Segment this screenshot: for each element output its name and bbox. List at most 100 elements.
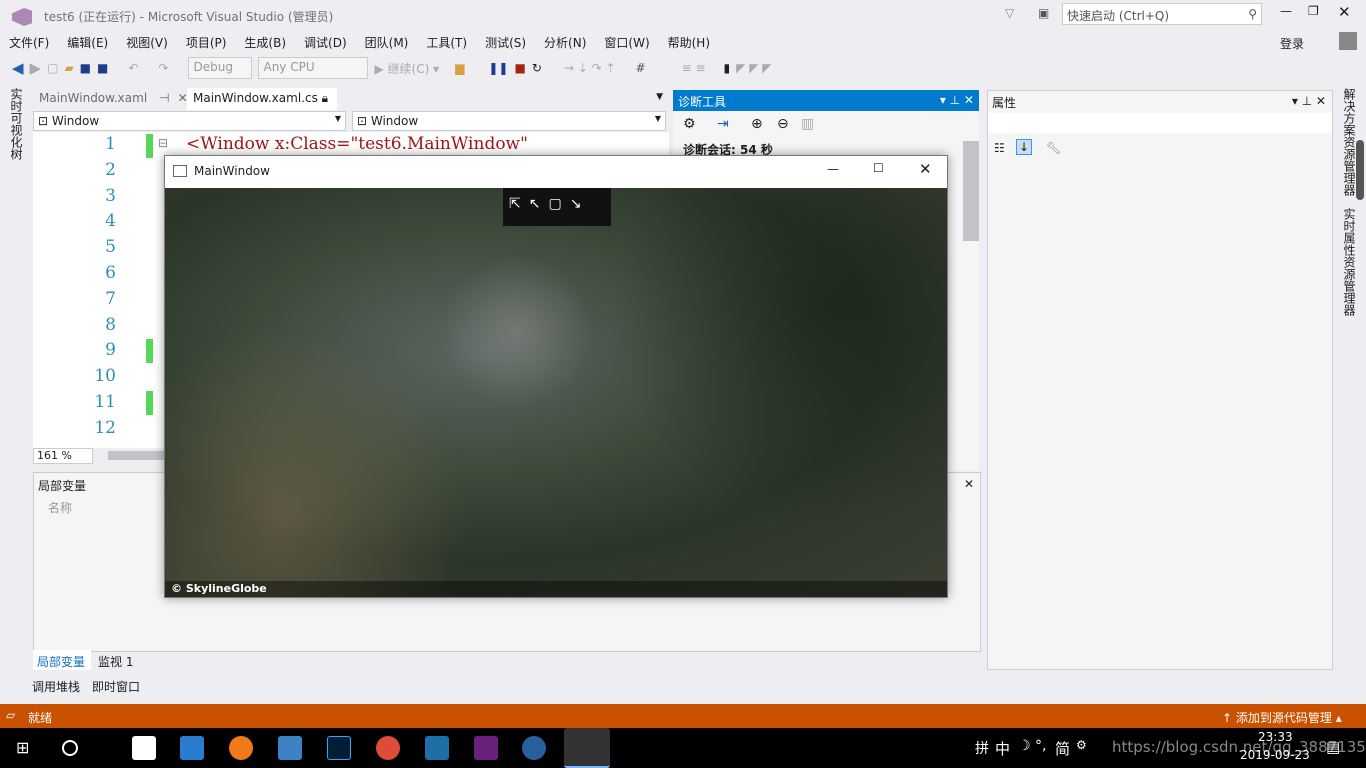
process-icon[interactable]: ▆ (455, 61, 464, 75)
app-maximize-button[interactable]: ☐ (873, 161, 884, 175)
step-icons[interactable]: → ⇣ ↷ ⇡ (564, 61, 616, 75)
categorized-icon[interactable]: ☷ (994, 141, 1005, 155)
events-icon[interactable]: 🔧︎ (1046, 141, 1061, 155)
tab-locals[interactable]: 局部变量 (33, 650, 91, 670)
settings-icon[interactable]: ⚙ (683, 116, 696, 132)
title-bar: test6 (正在运行) - Microsoft Visual Studio (… (0, 0, 1366, 51)
bookmark-nav-icons[interactable]: ◤ ◤ ◤ (736, 61, 771, 75)
restore-button[interactable]: ❐ (1308, 4, 1319, 18)
menu-tools[interactable]: 工具(T) (417, 32, 476, 52)
tab-call-stack[interactable]: 调用堆栈 (32, 678, 80, 695)
save-icon[interactable]: ■ (80, 61, 91, 75)
taskbar-firefox[interactable] (229, 736, 253, 760)
select-element-icon[interactable]: ↖ (529, 196, 541, 218)
platform-dropdown[interactable]: Any CPU (258, 57, 369, 79)
tab-mainwindow-xaml-cs[interactable]: MainWindow.xaml.cs 🔒︎ (187, 88, 337, 110)
taskbar-chrome[interactable] (376, 736, 400, 760)
menu-project[interactable]: 项目(P) (177, 32, 236, 52)
tab-watch-1[interactable]: 监视 1 (94, 650, 137, 673)
close-button[interactable]: ✕ (1338, 3, 1351, 21)
filter-icon[interactable]: ▽ (1005, 6, 1014, 20)
diagnostics-controls[interactable]: ▾ ⊥ ✕ (940, 93, 974, 107)
nav-right-dropdown[interactable]: ⊡ Window ▼ (352, 111, 666, 131)
live-property-explorer-tab[interactable]: 实时属性资源管理器 (1341, 208, 1358, 316)
go-to-live-tree-icon[interactable]: ⇱ (509, 196, 521, 218)
menu-team[interactable]: 团队(M) (356, 32, 418, 52)
app-minimize-button[interactable]: — (827, 162, 839, 176)
taskbar-visual-studio[interactable] (474, 736, 498, 760)
continue-button[interactable]: ▶ 继续(C) ▾ (374, 60, 439, 77)
ime-mode-icons[interactable]: ☽ °, (1018, 738, 1046, 754)
forward-icon[interactable]: ▶ (30, 59, 42, 77)
save-all-icon[interactable]: ■ (97, 61, 108, 75)
ime-chinese[interactable]: 中 (995, 738, 1010, 759)
diagnostics-scrollbar[interactable] (963, 141, 979, 241)
menu-window[interactable]: 窗口(W) (595, 32, 658, 52)
taskbar-app-4[interactable] (278, 736, 302, 760)
taskbar-photoshop[interactable] (327, 736, 351, 760)
tab-dropdown-icon[interactable]: ▼ (656, 92, 663, 102)
satellite-map[interactable]: ⇱ ↖ ▢ ↘ © SkylineGlobe (165, 188, 947, 597)
bookmark-icon[interactable]: ▮ (724, 61, 731, 75)
open-file-icon[interactable]: ▰ (64, 61, 73, 75)
comment-icons[interactable]: ≡ ≡ (682, 61, 706, 75)
restart-icon[interactable]: ↻ (532, 61, 542, 75)
live-visual-tree-tab[interactable]: 实时可视化树 (8, 88, 25, 160)
horizontal-scrollbar[interactable] (108, 451, 168, 460)
ime-simplified[interactable]: 简 (1055, 738, 1070, 759)
menu-debug[interactable]: 调试(D) (295, 32, 356, 52)
start-button[interactable]: ⊞ (16, 738, 29, 757)
zoom-dropdown[interactable]: 161 % (33, 448, 93, 464)
cortana-button[interactable] (62, 740, 78, 756)
clock-time[interactable]: 23:33 (1258, 730, 1293, 744)
app-close-button[interactable]: ✕ (919, 160, 932, 178)
menu-test[interactable]: 测试(S) (476, 32, 535, 52)
locals-close-icon[interactable]: ✕ (964, 477, 974, 491)
sort-az-icon[interactable]: ↓ (1016, 139, 1033, 155)
taskbar-skyline[interactable] (522, 736, 546, 760)
menu-view[interactable]: 视图(V) (117, 32, 177, 52)
ime-settings-icon[interactable]: ⚙ (1076, 738, 1087, 752)
hex-icon[interactable]: # (636, 61, 646, 75)
login-link[interactable]: 登录 (1280, 35, 1304, 52)
properties-object-dropdown[interactable] (988, 113, 1332, 133)
collapse-icon[interactable]: ⊟ (158, 136, 168, 150)
source-control-button[interactable]: ↑ 添加到源代码管理 ▴ (1222, 709, 1342, 726)
stop-icon[interactable]: ■ (514, 61, 525, 75)
avatar[interactable] (1339, 32, 1357, 50)
taskbar-app-1[interactable] (132, 736, 156, 760)
export-icon[interactable]: ⇥ (717, 116, 729, 132)
zoom-in-icon[interactable]: ⊕ (751, 116, 763, 132)
taskbar-app-2[interactable] (180, 736, 204, 760)
redo-icon[interactable]: ↷ (158, 61, 168, 75)
tab-immediate[interactable]: 即时窗口 (92, 678, 140, 695)
track-focus-icon[interactable]: ↘ (570, 196, 582, 218)
tab-mainwindow-xaml[interactable]: MainWindow.xaml ⊣ ✕ (33, 88, 188, 110)
debug-overlay-toolbar: ⇱ ↖ ▢ ↘ (503, 188, 611, 226)
nav-left-value: Window (51, 114, 100, 128)
taskbar-mainwindow[interactable] (564, 728, 610, 768)
pin-icon[interactable]: ⊣ (159, 91, 169, 105)
taskbar-app-7[interactable] (425, 736, 449, 760)
properties-controls[interactable]: ▾ ⊥ ✕ (1292, 94, 1326, 108)
clock-date[interactable]: 2019-09-23 (1240, 748, 1310, 762)
minimize-button[interactable]: — (1280, 4, 1292, 18)
undo-icon[interactable]: ↶ (128, 61, 138, 75)
menu-help[interactable]: 帮助(H) (659, 32, 719, 52)
menu-file[interactable]: 文件(F) (0, 32, 58, 52)
new-project-icon[interactable]: ▢ (47, 61, 58, 75)
display-adorners-icon[interactable]: ▢ (548, 196, 561, 218)
notification-icon[interactable]: ▤ (1326, 738, 1340, 756)
menu-build[interactable]: 生成(B) (235, 32, 295, 52)
zoom-out-icon[interactable]: ⊖ (777, 116, 789, 132)
nav-left-dropdown[interactable]: ⊡ Window ▼ (33, 111, 346, 131)
feedback-icon[interactable]: ▣ (1038, 6, 1049, 20)
config-dropdown[interactable]: Debug (188, 57, 253, 79)
ime-pinyin[interactable]: 拼 (975, 738, 989, 758)
menu-analyze[interactable]: 分析(N) (535, 32, 595, 52)
pause-icon[interactable]: ❚❚ (488, 61, 508, 75)
chart-icon[interactable]: ▥ (801, 116, 814, 132)
menu-edit[interactable]: 编辑(E) (58, 32, 117, 52)
quick-launch-input[interactable]: 快速启动 (Ctrl+Q) ⚲ (1062, 3, 1262, 25)
back-icon[interactable]: ◀ (12, 59, 24, 77)
